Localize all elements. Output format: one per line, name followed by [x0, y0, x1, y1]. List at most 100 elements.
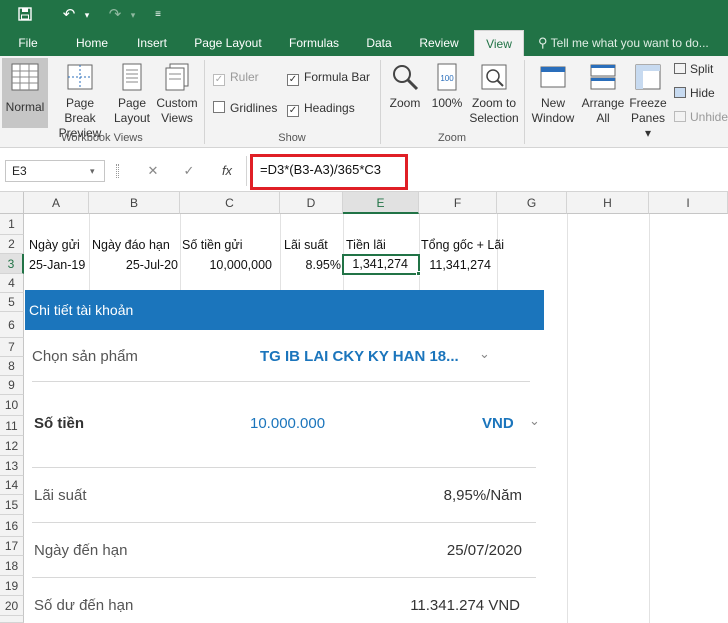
- cancel-icon[interactable]: ✕: [138, 160, 168, 182]
- custom-views-button[interactable]: Custom Views: [154, 58, 200, 128]
- row-header-20[interactable]: 20: [0, 596, 24, 616]
- tab-formulas[interactable]: Formulas: [282, 30, 346, 56]
- checkbox-checked-icon: ✓: [213, 74, 225, 86]
- column-header-b[interactable]: B: [89, 192, 180, 214]
- arrange-all-button[interactable]: Arrange All: [580, 58, 626, 128]
- tab-review[interactable]: Review: [412, 30, 466, 56]
- column-header-i[interactable]: I: [649, 192, 728, 214]
- zoom-button[interactable]: Zoom: [384, 58, 426, 128]
- redo-dropdown-icon[interactable]: ▾: [128, 0, 138, 30]
- row-header-8[interactable]: 8: [0, 357, 24, 376]
- cell-b3[interactable]: 25-Jul-20: [89, 256, 178, 274]
- row-header-6[interactable]: 6: [0, 312, 24, 338]
- freeze-panes-button[interactable]: Freeze Panes ▾: [628, 58, 668, 140]
- enter-icon[interactable]: ✓: [174, 160, 204, 182]
- row-header-18[interactable]: 18: [0, 556, 24, 576]
- cell-d2[interactable]: Lãi suất: [284, 236, 328, 254]
- zoom-to-label-2: Selection: [469, 111, 519, 125]
- unhide-button[interactable]: Unhide: [674, 110, 728, 124]
- page-break-preview-button[interactable]: Page Break Preview: [50, 58, 110, 140]
- column-header-a[interactable]: A: [24, 192, 89, 214]
- row-header-12[interactable]: 12: [0, 436, 24, 456]
- save-icon[interactable]: [14, 0, 36, 30]
- select-all-corner[interactable]: [0, 192, 24, 214]
- row-header-3[interactable]: 3: [0, 254, 24, 274]
- zoom-100-icon: 100: [437, 63, 457, 91]
- insert-function-icon[interactable]: fx: [212, 160, 242, 182]
- zoom-100-label: 100%: [431, 96, 463, 110]
- cell-a3[interactable]: 25-Jan-19: [29, 256, 85, 274]
- ruler-checkbox[interactable]: ✓ Ruler: [213, 70, 259, 86]
- page-layout-view-button[interactable]: Page Layout: [112, 58, 152, 128]
- currency-chevron-down-icon[interactable]: ⌄: [529, 413, 540, 429]
- cell-c3[interactable]: 10,000,000: [180, 256, 272, 274]
- column-header-g[interactable]: G: [497, 192, 567, 214]
- freeze-label-2: Panes ▾: [630, 111, 666, 140]
- currency-value[interactable]: VND: [482, 415, 514, 432]
- row-header-11[interactable]: 11: [0, 416, 24, 436]
- row-header-7[interactable]: 7: [0, 338, 24, 357]
- row-header-21[interactable]: [0, 616, 24, 623]
- undo-icon[interactable]: ↶: [58, 0, 80, 30]
- row-header-15[interactable]: 15: [0, 495, 24, 515]
- tab-data[interactable]: Data: [358, 30, 400, 56]
- tab-page-layout[interactable]: Page Layout: [190, 30, 266, 56]
- workbook-views-group-label: Workbook Views: [61, 132, 143, 144]
- row-header-5[interactable]: 5: [0, 293, 24, 312]
- row-header-4[interactable]: 4: [0, 274, 24, 293]
- zoom-to-label-1: Zoom to: [471, 96, 516, 110]
- hide-button[interactable]: Hide: [674, 86, 715, 100]
- split-button[interactable]: Split: [674, 62, 713, 76]
- cell-c2[interactable]: Số tiền gửi: [182, 236, 243, 254]
- page-layout-label-1: Page: [117, 96, 147, 110]
- cell-d3[interactable]: 8.95%: [280, 256, 341, 274]
- redo-icon[interactable]: ↷: [104, 0, 126, 30]
- maturity-value: 25/07/2020: [446, 542, 522, 559]
- tab-view[interactable]: View: [474, 30, 524, 56]
- lightbulb-icon: ⚲: [538, 35, 548, 50]
- zoom-to-selection-button[interactable]: Zoom to Selection: [468, 58, 520, 128]
- tab-file[interactable]: File: [8, 30, 48, 56]
- cell-a2[interactable]: Ngày gửi: [29, 236, 80, 254]
- ribbon-tabs: File Home Insert Page Layout Formulas Da…: [0, 30, 728, 56]
- zoom-100-button[interactable]: 100 100%: [428, 58, 466, 128]
- gridline: [343, 214, 344, 290]
- cell-f3[interactable]: 11,341,274: [419, 256, 491, 274]
- column-header-e[interactable]: E: [343, 192, 419, 214]
- cell-b2[interactable]: Ngày đáo hạn: [92, 236, 170, 254]
- row-header-9[interactable]: 9: [0, 376, 24, 395]
- row-header-14[interactable]: 14: [0, 476, 24, 495]
- cell-e2[interactable]: Tiền lãi: [346, 236, 386, 254]
- row-header-17[interactable]: 17: [0, 537, 24, 556]
- name-box-dropdown-icon[interactable]: ▾: [90, 160, 104, 182]
- tab-insert[interactable]: Insert: [128, 30, 176, 56]
- column-header-c[interactable]: C: [180, 192, 280, 214]
- new-window-button[interactable]: New Window: [528, 58, 578, 128]
- undo-dropdown-icon[interactable]: ▾: [82, 0, 92, 30]
- cell-e3-selected[interactable]: 1,341,274: [342, 254, 420, 275]
- cell-f2[interactable]: Tổng gốc + Lãi: [421, 236, 504, 254]
- row-header-1[interactable]: 1: [0, 214, 24, 235]
- amount-value[interactable]: 10.000.000: [250, 415, 325, 432]
- show-group-label: Show: [278, 132, 306, 144]
- freeze-label-1: Freeze: [629, 96, 667, 110]
- column-header-f[interactable]: F: [419, 192, 497, 214]
- customize-qat-icon[interactable]: ≡: [150, 0, 166, 30]
- normal-view-label: Normal: [5, 100, 45, 114]
- splitter-handle[interactable]: [116, 164, 119, 178]
- column-header-d[interactable]: D: [280, 192, 343, 214]
- row-header-19[interactable]: 19: [0, 576, 24, 596]
- tab-home[interactable]: Home: [68, 30, 116, 56]
- column-header-h[interactable]: H: [567, 192, 649, 214]
- gridlines-checkbox[interactable]: Gridlines: [213, 101, 277, 115]
- product-chevron-down-icon[interactable]: ⌄: [479, 346, 490, 362]
- row-header-13[interactable]: 13: [0, 456, 24, 476]
- product-value[interactable]: TG IB LAI CKY KY HAN 18...: [260, 348, 459, 365]
- row-header-2[interactable]: 2: [0, 235, 24, 254]
- formula-bar-checkbox[interactable]: ✓ Formula Bar: [287, 70, 370, 86]
- row-header-16[interactable]: 16: [0, 515, 24, 537]
- row-header-10[interactable]: 10: [0, 395, 24, 416]
- tell-me-search[interactable]: ⚲ Tell me what you want to do...: [538, 30, 728, 56]
- headings-checkbox[interactable]: ✓ Headings: [287, 101, 355, 117]
- normal-view-button[interactable]: Normal: [2, 58, 48, 128]
